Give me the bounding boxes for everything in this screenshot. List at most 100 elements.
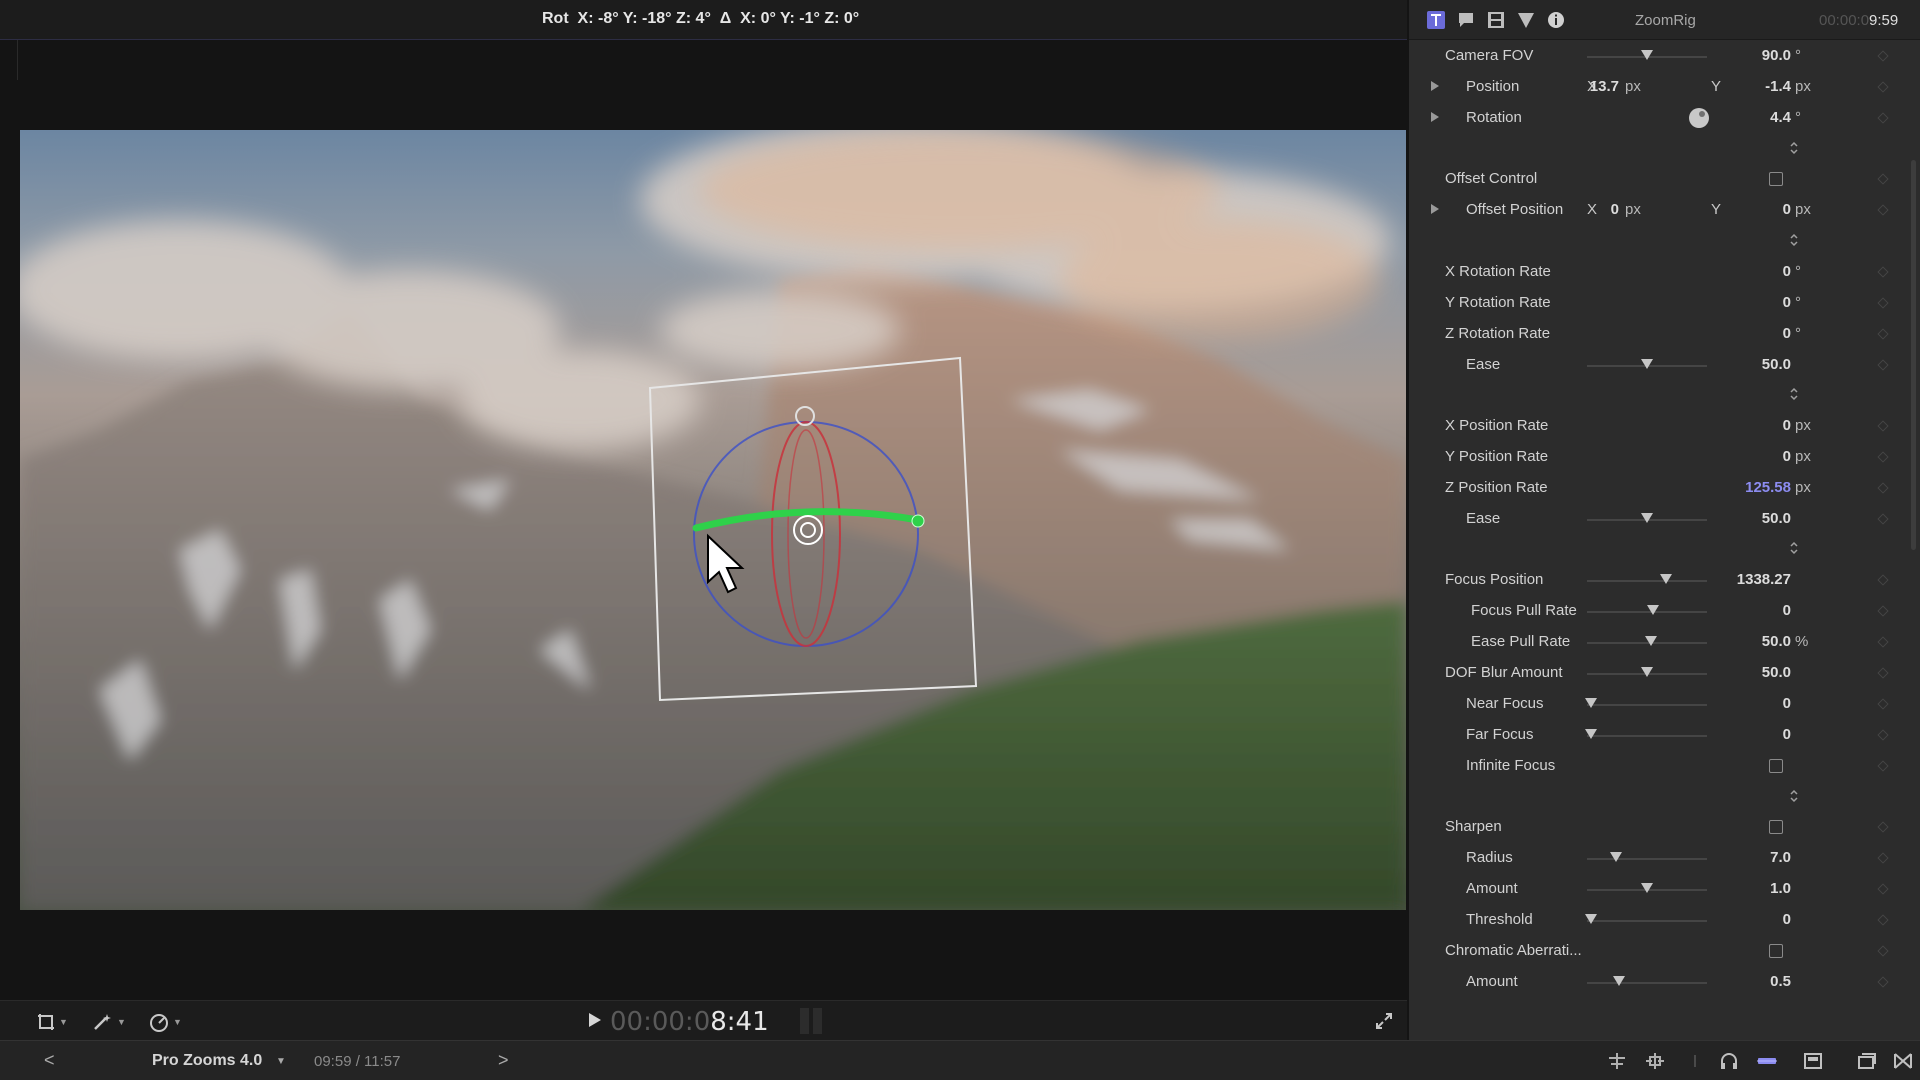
- param-slider[interactable]: [1587, 667, 1707, 677]
- keyframe-button[interactable]: [1877, 667, 1889, 679]
- text-inspector-icon[interactable]: [1457, 11, 1475, 29]
- snapping-icon[interactable]: [1606, 1051, 1628, 1071]
- keyframe-button[interactable]: [1877, 112, 1889, 124]
- param-checkbox[interactable]: [1769, 944, 1783, 958]
- slider-knob[interactable]: [1584, 698, 1597, 708]
- param-checkbox[interactable]: [1769, 820, 1783, 834]
- slider-knob[interactable]: [1613, 976, 1626, 986]
- keyframe-button[interactable]: [1877, 636, 1889, 648]
- keyframe-button[interactable]: [1877, 297, 1889, 309]
- disclosure-triangle-icon[interactable]: [1431, 81, 1439, 91]
- param-value[interactable]: 125.58: [1745, 479, 1791, 496]
- solo-icon[interactable]: [1756, 1051, 1778, 1071]
- param-checkbox[interactable]: [1769, 172, 1783, 186]
- y-handle[interactable]: [911, 514, 925, 528]
- param-value[interactable]: 1338.27: [1737, 571, 1791, 588]
- keyframe-button[interactable]: [1877, 266, 1889, 278]
- slider-knob[interactable]: [1641, 359, 1653, 369]
- param-value[interactable]: 0: [1783, 325, 1791, 342]
- keyframe-button[interactable]: [1877, 574, 1889, 586]
- param-value[interactable]: 7.0: [1770, 849, 1791, 866]
- param-value[interactable]: 0.5: [1770, 973, 1791, 990]
- chevron-down-icon[interactable]: ▼: [276, 1056, 286, 1067]
- transform-gizmo[interactable]: [20, 130, 1406, 910]
- y-rotation-ring[interactable]: [692, 508, 922, 532]
- clip-appearance-icon[interactable]: [1802, 1051, 1824, 1071]
- slider-knob[interactable]: [1660, 574, 1673, 584]
- keyframe-button[interactable]: [1877, 204, 1889, 216]
- keyframe-button[interactable]: [1877, 605, 1889, 617]
- z-rotation-ring[interactable]: [693, 421, 919, 647]
- slider-knob[interactable]: [1641, 667, 1653, 677]
- param-slider[interactable]: [1587, 574, 1707, 584]
- keyframe-button[interactable]: [1877, 883, 1889, 895]
- stepper-arrows-icon[interactable]: [1789, 141, 1799, 155]
- disclosure-triangle-icon[interactable]: [1431, 204, 1439, 214]
- stepper-arrows-icon[interactable]: [1789, 789, 1799, 803]
- title-inspector-icon[interactable]: [1427, 11, 1445, 29]
- slider-knob[interactable]: [1641, 50, 1653, 60]
- param-value[interactable]: 50.0: [1762, 633, 1791, 650]
- transitions-icon[interactable]: [1892, 1051, 1914, 1071]
- enhance-tool[interactable]: ▼: [92, 1011, 126, 1033]
- headphones-icon[interactable]: [1718, 1051, 1740, 1071]
- center-handle[interactable]: [793, 515, 823, 545]
- param-slider[interactable]: [1587, 852, 1707, 862]
- param-slider[interactable]: [1587, 605, 1707, 615]
- rotation-dial[interactable]: [1689, 108, 1709, 128]
- nav-forward-button[interactable]: >: [498, 1050, 509, 1071]
- keyframe-button[interactable]: [1877, 945, 1889, 957]
- keyframe-button[interactable]: [1877, 698, 1889, 710]
- project-name[interactable]: Pro Zooms 4.0: [152, 1052, 262, 1070]
- skimming-icon[interactable]: [1644, 1051, 1666, 1071]
- x-value[interactable]: 0: [1611, 201, 1619, 218]
- stepper-arrows-icon[interactable]: [1789, 387, 1799, 401]
- param-slider[interactable]: [1584, 914, 1707, 924]
- param-value[interactable]: 4.4: [1770, 109, 1791, 126]
- inspector-scrollbar[interactable]: [1911, 160, 1916, 550]
- param-value[interactable]: 90.0: [1762, 47, 1791, 64]
- param-value[interactable]: 0: [1783, 911, 1791, 928]
- param-slider[interactable]: [1584, 698, 1707, 708]
- speed-tool[interactable]: ▼: [148, 1011, 182, 1033]
- param-checkbox[interactable]: [1769, 759, 1783, 773]
- disclosure-triangle-icon[interactable]: [1431, 112, 1439, 122]
- keyframe-button[interactable]: [1877, 852, 1889, 864]
- keyframe-button[interactable]: [1877, 359, 1889, 371]
- keyframe-button[interactable]: [1877, 328, 1889, 340]
- x-value[interactable]: 13.7: [1590, 78, 1619, 95]
- param-value[interactable]: 1.0: [1770, 880, 1791, 897]
- keyframe-button[interactable]: [1877, 729, 1889, 741]
- param-value[interactable]: 0: [1783, 726, 1791, 743]
- param-slider[interactable]: [1587, 50, 1707, 60]
- video-inspector-icon[interactable]: [1487, 11, 1505, 29]
- param-value[interactable]: 0: [1783, 263, 1791, 280]
- stepper-arrows-icon[interactable]: [1789, 541, 1799, 555]
- stepper-arrows-icon[interactable]: [1789, 233, 1799, 247]
- param-slider[interactable]: [1587, 636, 1707, 646]
- window-layout-icon[interactable]: [1856, 1051, 1878, 1071]
- slider-knob[interactable]: [1641, 513, 1653, 523]
- slider-knob[interactable]: [1644, 636, 1657, 646]
- keyframe-button[interactable]: [1877, 50, 1889, 62]
- keyframe-button[interactable]: [1877, 420, 1889, 432]
- param-slider[interactable]: [1587, 359, 1707, 369]
- y-value[interactable]: 0: [1783, 201, 1791, 218]
- param-value[interactable]: 50.0: [1762, 356, 1791, 373]
- param-value[interactable]: 0: [1783, 695, 1791, 712]
- info-icon[interactable]: [1547, 11, 1565, 29]
- param-slider[interactable]: [1587, 976, 1707, 986]
- keyframe-button[interactable]: [1877, 482, 1889, 494]
- transform-tool[interactable]: ▼: [36, 1011, 68, 1033]
- keyframe-button[interactable]: [1877, 976, 1889, 988]
- param-value[interactable]: 0: [1783, 294, 1791, 311]
- slider-knob[interactable]: [1584, 729, 1597, 739]
- keyframe-button[interactable]: [1877, 914, 1889, 926]
- param-value[interactable]: 0: [1783, 417, 1791, 434]
- keyframe-button[interactable]: [1877, 821, 1889, 833]
- slider-knob[interactable]: [1584, 914, 1597, 924]
- fullscreen-icon[interactable]: [1374, 1011, 1394, 1031]
- color-inspector-icon[interactable]: [1517, 11, 1535, 29]
- keyframe-button[interactable]: [1877, 513, 1889, 525]
- x-rotation-ring[interactable]: [771, 421, 841, 647]
